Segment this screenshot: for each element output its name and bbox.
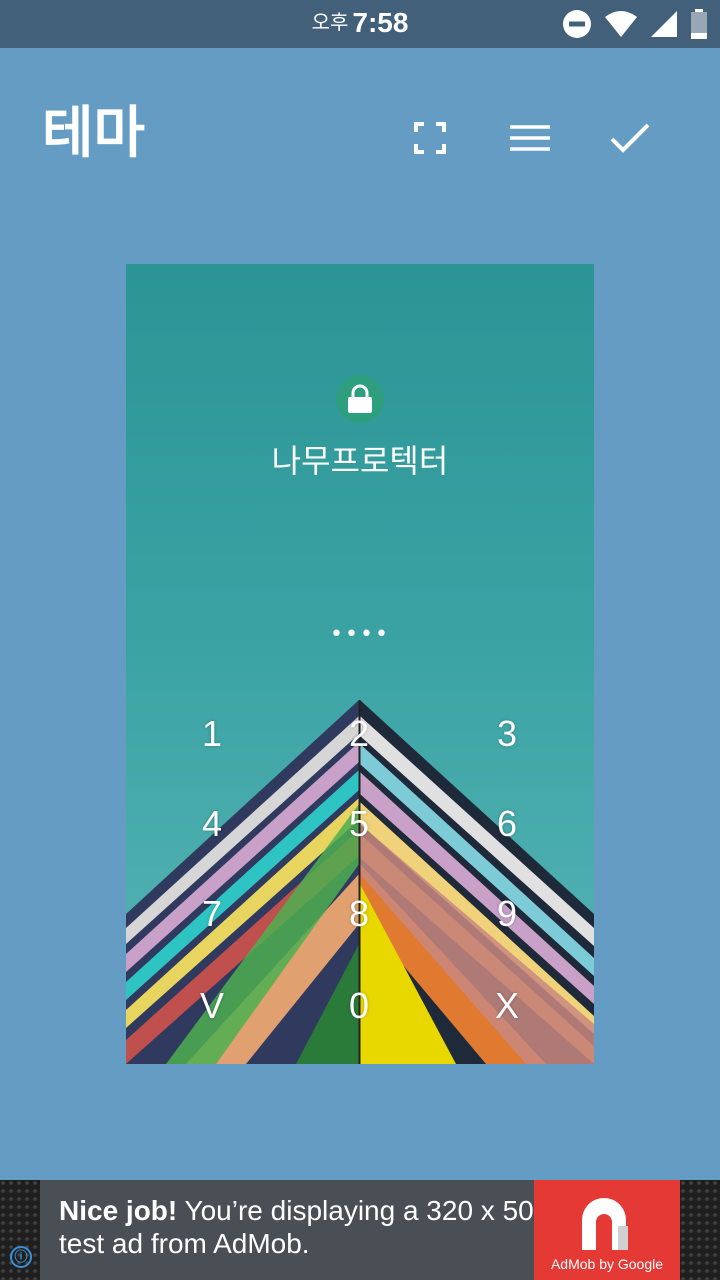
confirm-button[interactable] xyxy=(600,112,660,164)
wifi-icon xyxy=(605,11,637,37)
key-2[interactable]: 2 xyxy=(319,704,399,764)
key-8[interactable]: 8 xyxy=(319,884,399,944)
lock-icon xyxy=(348,384,372,413)
status-bar: 오후 7:58 xyxy=(0,0,720,48)
theme-preview[interactable]: 나무프로텍터 •••• 1 2 3 4 5 6 7 8 9 V 0 X xyxy=(126,264,594,1064)
do-not-disturb-icon xyxy=(563,10,591,38)
ad-text[interactable]: Nice job! You’re displaying a 320 x 50 t… xyxy=(40,1180,534,1280)
menu-button[interactable] xyxy=(500,112,560,164)
ad-pattern-right xyxy=(680,1180,720,1280)
lock-badge xyxy=(336,375,384,423)
status-icons xyxy=(562,8,708,40)
app-bar: 테마 xyxy=(0,48,720,228)
cell-signal-icon xyxy=(651,11,677,37)
key-3[interactable]: 3 xyxy=(467,704,547,764)
ad-banner[interactable]: ⓘ Nice job! You’re displaying a 320 x 50… xyxy=(0,1180,720,1280)
admob-icon xyxy=(582,1198,628,1250)
key-5[interactable]: 5 xyxy=(319,794,399,854)
status-ampm: 오후 xyxy=(311,12,349,34)
ad-info-icon[interactable]: ⓘ xyxy=(10,1246,32,1268)
admob-brand: AdMob by Google xyxy=(550,1256,664,1272)
app-name: 나무프로텍터 xyxy=(271,442,449,480)
pin-indicator: •••• xyxy=(330,622,390,647)
key-0[interactable]: 0 xyxy=(319,976,399,1036)
admob-logo[interactable]: AdMob by Google xyxy=(534,1180,680,1280)
battery-icon xyxy=(691,9,707,39)
page-title: 테마 xyxy=(42,101,146,166)
fullscreen-button[interactable] xyxy=(400,112,460,164)
key-v[interactable]: V xyxy=(172,976,252,1036)
key-4[interactable]: 4 xyxy=(172,794,252,854)
status-time: 7:58 xyxy=(352,7,409,38)
key-6[interactable]: 6 xyxy=(467,794,547,854)
fullscreen-icon xyxy=(414,122,446,154)
menu-icon xyxy=(510,125,550,151)
key-9[interactable]: 9 xyxy=(467,884,547,944)
ad-headline: Nice job! xyxy=(59,1195,178,1226)
key-7[interactable]: 7 xyxy=(172,884,252,944)
key-1[interactable]: 1 xyxy=(172,704,252,764)
check-icon xyxy=(610,123,650,153)
key-x[interactable]: X xyxy=(467,976,547,1036)
